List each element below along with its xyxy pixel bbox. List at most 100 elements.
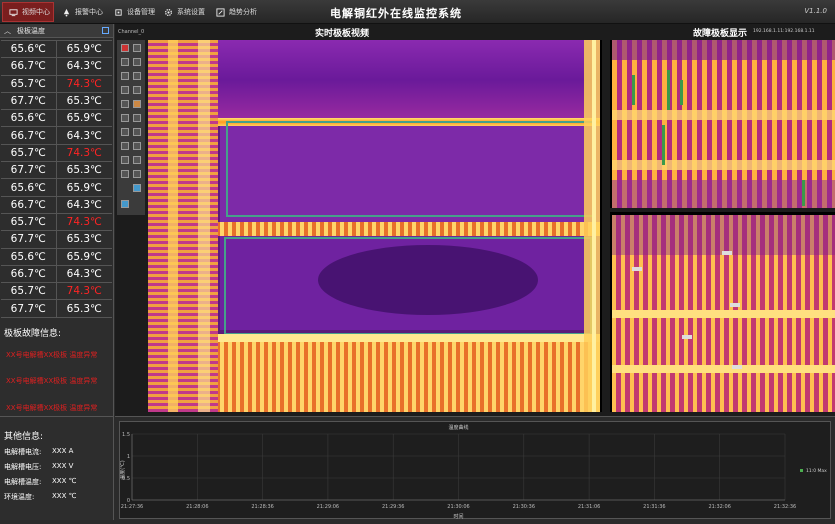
temperature-cell: 74.3℃ [66, 77, 102, 90]
temperature-cell: 65.6℃ [1, 179, 57, 196]
pin-tool-icon[interactable] [121, 200, 129, 208]
line-tool-icon[interactable] [133, 58, 141, 66]
thermal-image [148, 40, 602, 412]
temperature-row: 65.6℃ 65.9℃ [1, 248, 112, 266]
temperature-cell: 64.3℃ [66, 60, 102, 73]
electrolyzer-temp-value: XXX ℃ [52, 477, 77, 485]
temperature-cell: 65.3℃ [66, 233, 102, 246]
ellipse-tool-icon[interactable] [133, 72, 141, 80]
temperature-row: 67.7℃ 65.3℃ [1, 92, 112, 111]
snapshot-tool-icon[interactable] [121, 170, 129, 178]
tab-trend-analysis[interactable]: 趋势分析 [210, 2, 264, 22]
x-tick-label: 21:27:36 [121, 504, 143, 510]
fill-tool-icon[interactable] [121, 100, 129, 108]
pointer-tool-icon[interactable] [121, 44, 129, 52]
export-tool-icon[interactable] [133, 156, 141, 164]
temperature-cell: 67.7℃ [1, 92, 57, 110]
tab-device-management[interactable]: 设备管理 [108, 2, 158, 22]
temperature-cell: 65.9℃ [66, 112, 102, 125]
fault-plate-view-bottom[interactable] [610, 212, 835, 412]
expand-icon[interactable] [102, 27, 109, 34]
ambient-temp-label: 环境温度: [4, 493, 35, 501]
temperature-cell: 65.9℃ [66, 43, 102, 56]
copy-tool-icon[interactable] [133, 86, 141, 94]
move-tool-icon[interactable] [121, 58, 129, 66]
temperature-row: 66.7℃ 64.3℃ [1, 58, 112, 76]
x-tick-label: 21:29:06 [317, 504, 339, 510]
temperature-cell: 66.7℃ [1, 127, 57, 144]
fault-thermal-image [612, 215, 835, 412]
x-tick-label: 21:28:36 [251, 504, 273, 510]
x-tick-label: 21:29:36 [382, 504, 404, 510]
fault-plate-view-top[interactable] [610, 40, 835, 208]
tab-system-settings[interactable]: 系统设置 [158, 2, 208, 22]
gear-icon [164, 8, 173, 16]
temperature-cell: 65.3℃ [66, 164, 102, 177]
lock-tool-icon[interactable] [121, 142, 129, 150]
zoom-out-tool-icon[interactable] [133, 114, 141, 122]
crop-tool-icon[interactable] [121, 128, 129, 136]
record-tool-icon[interactable] [133, 170, 141, 178]
temperature-cell: 64.3℃ [66, 198, 102, 211]
electrolyzer-voltage-value: XXX V [52, 462, 74, 470]
temperature-cell: 65.3℃ [66, 302, 102, 315]
temperature-cell: 65.7℃ [1, 75, 57, 92]
fault-message: XX号电解槽XX极板 温度异常 [6, 404, 98, 412]
chevron-up-icon[interactable]: ︿ [4, 26, 11, 36]
temperature-cell: 65.7℃ [1, 213, 57, 231]
zoom-in-tool-icon[interactable] [121, 114, 129, 122]
temperature-cell: 74.3℃ [66, 146, 102, 159]
x-tick-label: 21:30:06 [447, 504, 469, 510]
device-icon [115, 8, 122, 16]
polygon-tool-icon[interactable] [121, 86, 129, 94]
tab-video-center[interactable]: 视频中心 [2, 2, 54, 22]
legend-marker [800, 469, 803, 472]
live-thermal-video[interactable] [148, 40, 602, 412]
fault-info-title: 极板故障信息: [4, 329, 62, 339]
temperature-cell: 64.3℃ [66, 268, 102, 280]
temperature-chart[interactable]: 温度曲线 0 0.5 1 1.5 21:27:36 21:28:06 21:28:36 21:2… [119, 421, 831, 520]
save-tool-icon[interactable] [133, 142, 141, 150]
temperature-grid: 65.6℃ 65.9℃ 66.7℃ 64.3℃ 65.7℃ 74.3℃ 67.7℃ 65.3℃… [1, 40, 112, 318]
x-tick-label: 21:31:06 [578, 504, 600, 510]
temperature-cell: 65.3℃ [66, 95, 102, 108]
alarm-bell-icon [63, 8, 70, 17]
tab-label: 设备管理 [127, 8, 155, 16]
rectangle-tool-icon[interactable] [121, 72, 129, 80]
pen-tool-icon[interactable] [133, 44, 141, 52]
live-video-title: 实时极板视频 [315, 29, 370, 39]
electrolyzer-temp-label: 电解槽温度: [4, 478, 42, 486]
temperature-cell: 65.7℃ [1, 283, 57, 300]
temperature-panel-title: 极板温度 [17, 26, 45, 35]
temperature-cell: 65.7℃ [1, 144, 57, 162]
x-tick-label: 21:32:06 [708, 504, 730, 510]
settings-tool-icon[interactable] [133, 128, 141, 136]
temperature-row: 65.7℃ 74.3℃ [1, 75, 112, 93]
tab-alarm-center[interactable]: 报警中心 [56, 2, 108, 22]
drawing-toolbar [117, 40, 145, 215]
y-tick-label: 1 [127, 454, 130, 460]
x-tick-label: 21:32:36 [774, 504, 796, 510]
image-tool-icon[interactable] [121, 156, 129, 164]
fault-message: XX号电解槽XX极板 温度异常 [6, 377, 98, 385]
y-axis-label: 温度(℃) [120, 460, 126, 480]
temperature-cell: 64.3℃ [66, 129, 102, 142]
electrolyzer-voltage-label: 电解槽电压: [4, 463, 42, 471]
temperature-row: 65.7℃ 74.3℃ [1, 213, 112, 232]
temperature-row: 66.7℃ 64.3℃ [1, 265, 112, 284]
video-monitor-icon [9, 8, 18, 16]
temperature-chart-svg: 温度曲线00.511.521:27:36 21:28:06 21:28:36 21:2… [119, 424, 827, 520]
camera-ip-label: 192.168.1.11:192.168.1.11 [753, 29, 815, 34]
fault-thermal-image [612, 40, 835, 208]
temperature-cell: 65.9℃ [66, 181, 102, 194]
temperature-cell: 66.7℃ [1, 58, 57, 75]
app-title: 电解铜红外在线监控系统 [330, 7, 462, 20]
palette-tool-icon[interactable] [133, 100, 141, 108]
channel-label: Channel_0 [118, 29, 145, 35]
tab-label: 系统设置 [177, 8, 205, 16]
y-tick-label: 1.5 [122, 432, 130, 438]
x-tick-label: 21:30:36 [513, 504, 535, 510]
temperature-row: 67.7℃ 65.3℃ [1, 300, 112, 318]
temperature-row: 65.6℃ 65.9℃ [1, 41, 112, 59]
globe-tool-icon[interactable] [133, 184, 141, 192]
